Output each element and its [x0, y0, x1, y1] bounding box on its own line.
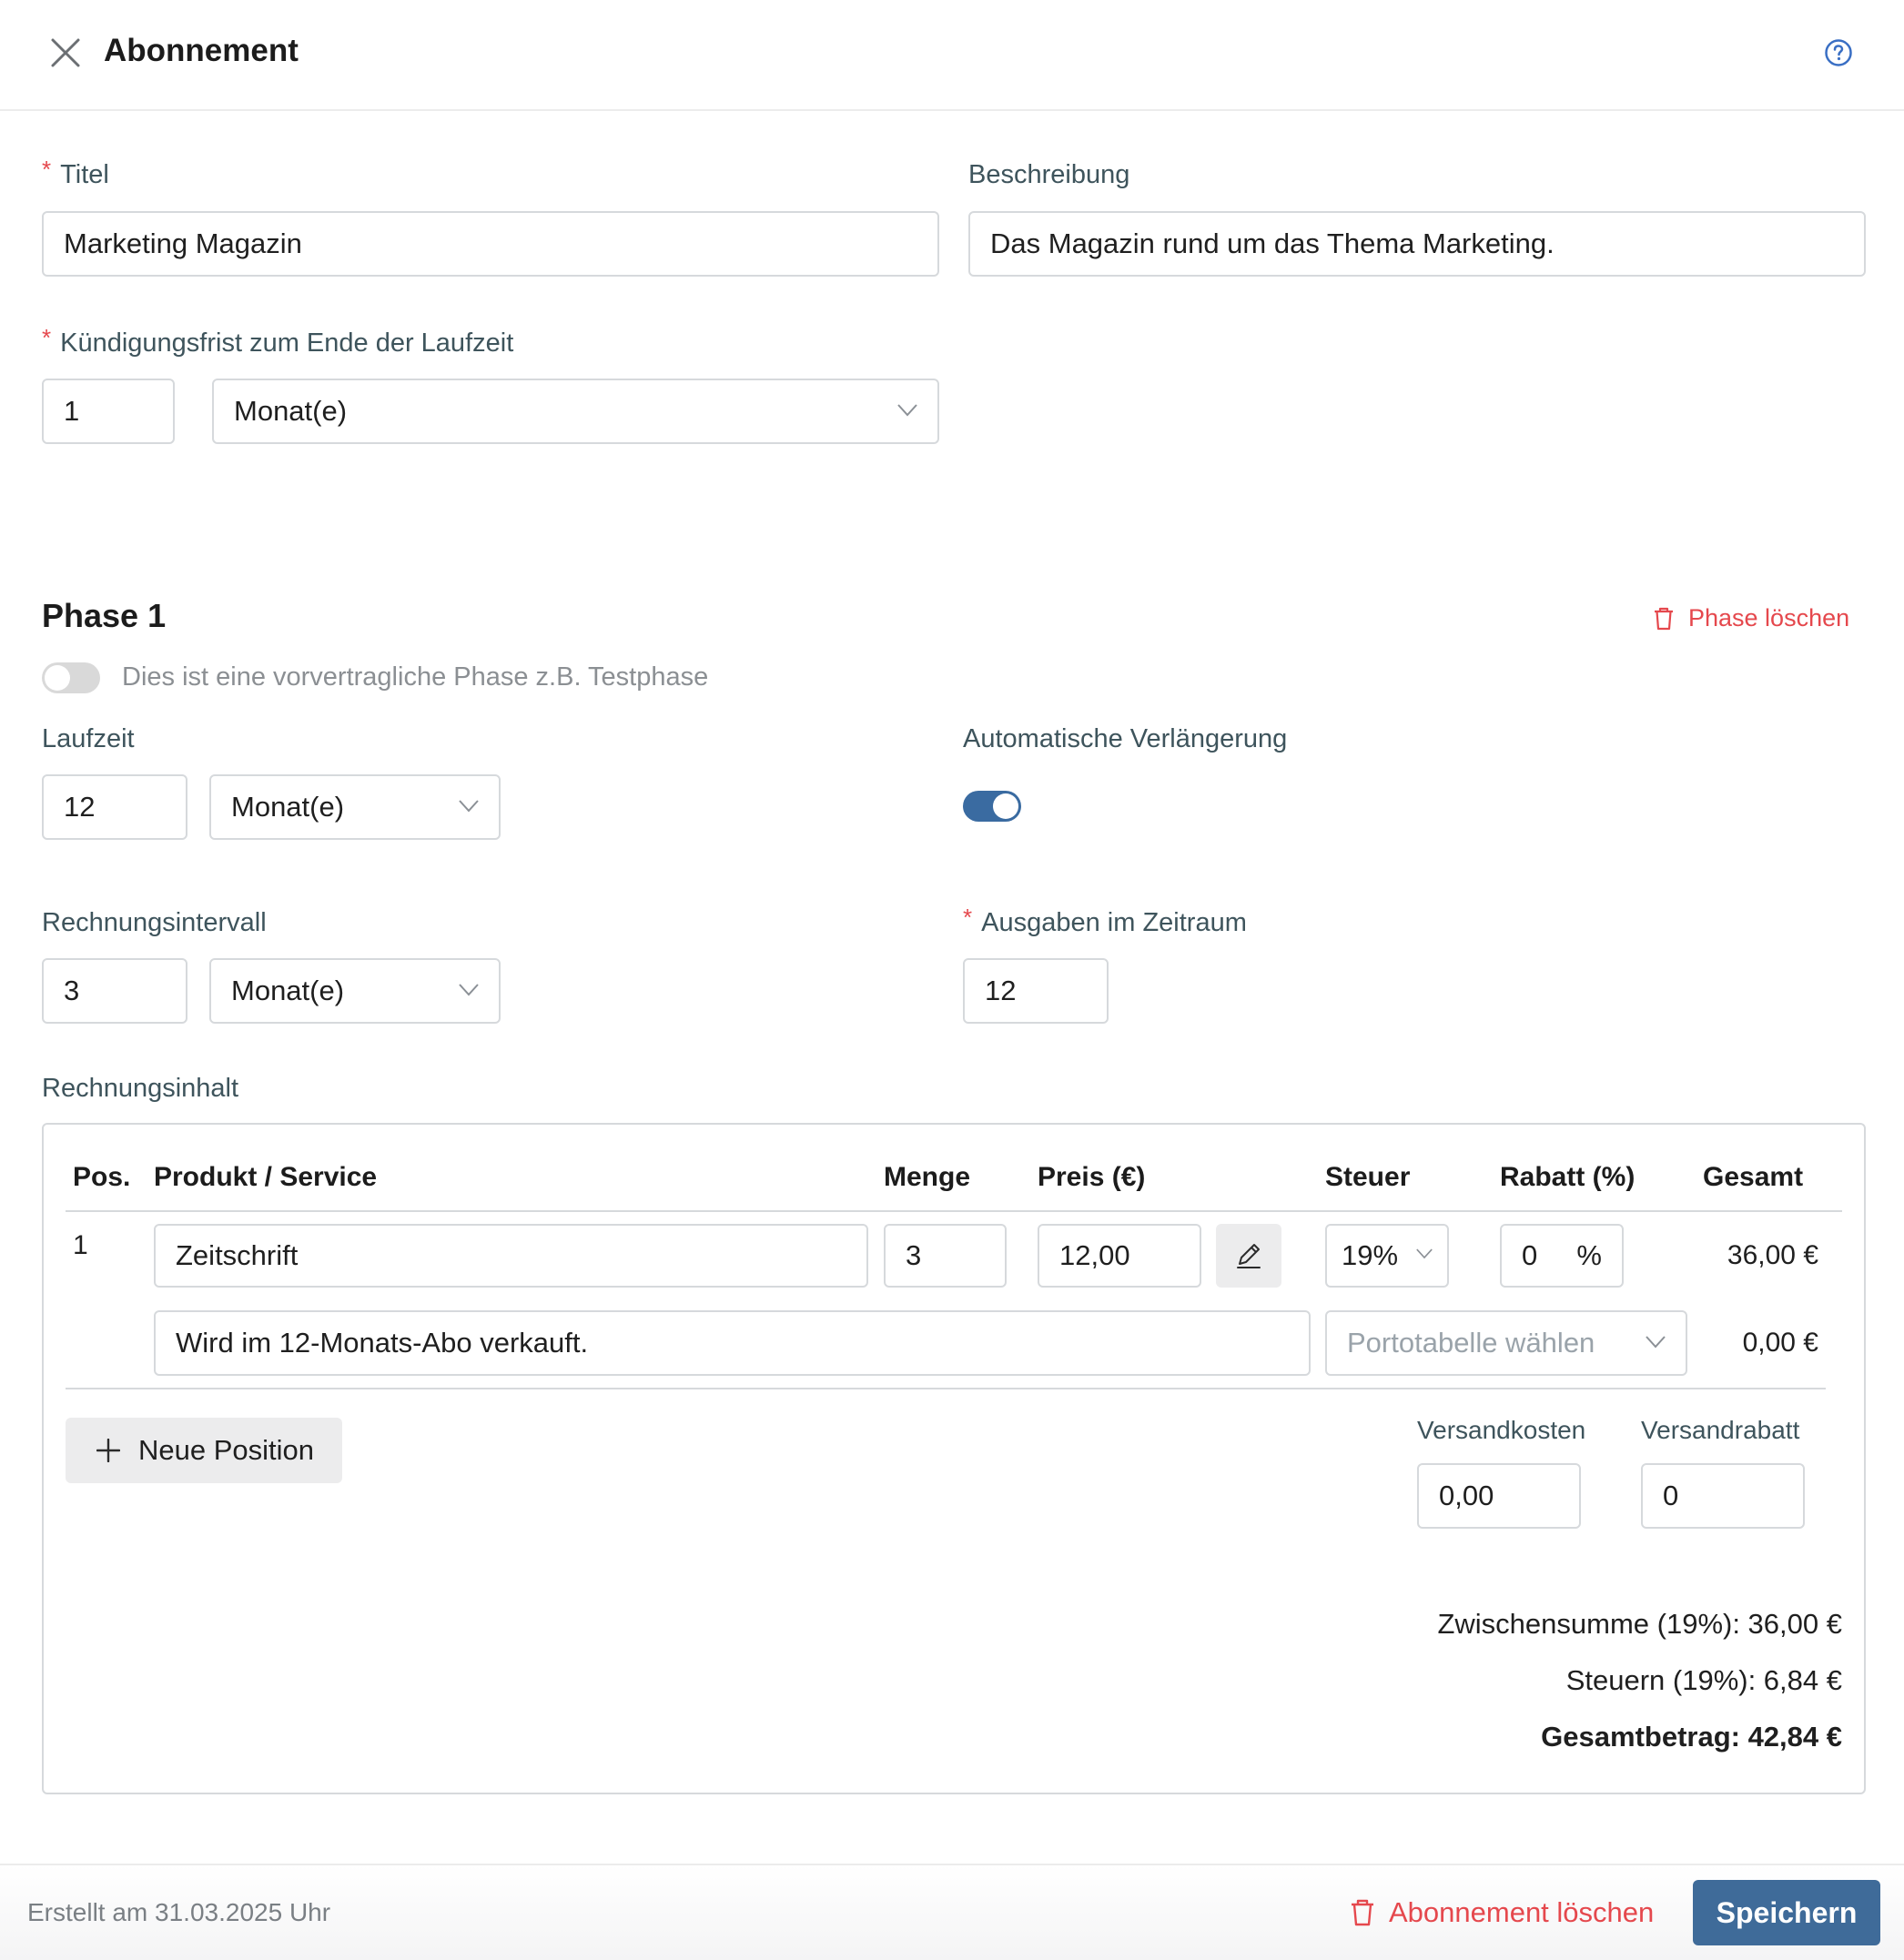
kuendigungsfrist-input[interactable]: 1 [42, 379, 175, 444]
close-icon[interactable] [50, 37, 81, 68]
rechnungsintervall-input[interactable]: 3 [42, 958, 187, 1024]
precontract-toggle[interactable] [42, 662, 100, 693]
required-marker: * [963, 904, 973, 931]
chevron-down-icon [459, 800, 479, 813]
description-input[interactable]: Wird im 12-Monats-Abo verkauft. [154, 1310, 1311, 1376]
header-divider [66, 1210, 1842, 1212]
rabatt-unit: % [1576, 1239, 1602, 1271]
rabatt-input[interactable]: 0 % [1500, 1224, 1624, 1288]
delete-subscription-label: Abonnement löschen [1389, 1896, 1655, 1928]
versandrabatt-label: Versandrabatt [1641, 1416, 1800, 1444]
chevron-down-icon [1416, 1248, 1433, 1259]
auto-renew-toggle[interactable] [963, 791, 1021, 822]
chevron-down-icon [459, 984, 479, 996]
versandkosten-input[interactable]: 0,00 [1417, 1463, 1581, 1529]
th-steuer: Steuer [1325, 1162, 1411, 1192]
phase-title: Phase 1 [42, 597, 167, 634]
required-marker: * [42, 156, 52, 183]
precontract-toggle-label: Dies ist eine vorvertragliche Phase z.B.… [122, 662, 709, 692]
th-product: Produkt / Service [154, 1162, 378, 1192]
chevron-down-icon [897, 404, 917, 417]
row-total: 36,00 € [1727, 1240, 1818, 1270]
phase-delete-button[interactable]: Phase löschen [1654, 604, 1849, 632]
steuer-select[interactable]: 19% [1325, 1224, 1449, 1288]
new-position-button[interactable]: Neue Position [66, 1418, 342, 1483]
edit-price-button[interactable] [1216, 1224, 1281, 1288]
chevron-down-icon [1646, 1336, 1666, 1349]
versandrabatt-input[interactable]: 0 [1641, 1463, 1805, 1529]
th-gesamt: Gesamt [1703, 1162, 1804, 1192]
phase-delete-label: Phase löschen [1688, 604, 1850, 631]
row-divider [66, 1388, 1826, 1389]
product-input[interactable]: Zeitschrift [154, 1224, 868, 1288]
rechnungsintervall-unit-select[interactable]: Monat(e) [209, 958, 501, 1024]
beschreibung-input[interactable]: Das Magazin rund um das Thema Marketing. [968, 211, 1866, 277]
tax-total: Steuern (19%): 6,84 € [1565, 1664, 1842, 1696]
kuendigungsfrist-label: * Kündigungsfrist zum Ende der Laufzeit [42, 324, 514, 358]
new-position-label: Neue Position [138, 1434, 315, 1466]
save-button[interactable]: Speichern [1693, 1880, 1880, 1945]
modal-header: Abonnement [0, 0, 1904, 111]
laufzeit-unit-select[interactable]: Monat(e) [209, 774, 501, 840]
rechnungsintervall-label: Rechnungsintervall [42, 908, 267, 937]
pencil-icon [1237, 1244, 1261, 1268]
required-marker: * [42, 324, 52, 351]
delete-subscription-button[interactable]: Abonnement löschen [1351, 1896, 1654, 1929]
invoice-label: Rechnungsinhalt [42, 1074, 239, 1103]
menge-input[interactable]: 3 [884, 1224, 1007, 1288]
th-rabatt: Rabatt (%) [1500, 1162, 1636, 1192]
versandkosten-label: Versandkosten [1417, 1416, 1586, 1444]
help-icon[interactable] [1824, 38, 1853, 67]
kuendigungsfrist-unit-select[interactable]: Monat(e) [212, 379, 939, 444]
th-menge: Menge [884, 1162, 971, 1192]
created-date: Erstellt am 31.03.2025 Uhr [27, 1898, 331, 1926]
auto-renew-label: Automatische Verlängerung [963, 724, 1288, 753]
th-pos: Pos. [73, 1162, 131, 1192]
porto-select[interactable]: Portotabelle wählen [1325, 1310, 1687, 1376]
subtotal: Zwischensumme (19%): 36,00 € [1437, 1608, 1842, 1640]
titel-input[interactable]: Marketing Magazin [42, 211, 939, 277]
ausgaben-label: * Ausgaben im Zeitraum [963, 904, 1247, 937]
beschreibung-label: Beschreibung [968, 160, 1130, 189]
ausgaben-input[interactable]: 12 [963, 958, 1109, 1024]
laufzeit-input[interactable]: 12 [42, 774, 187, 840]
laufzeit-label: Laufzeit [42, 724, 135, 753]
trash-icon [1352, 1899, 1373, 1926]
trash-icon [1655, 607, 1673, 630]
titel-label: * Titel [42, 156, 109, 189]
porto-total: 0,00 € [1742, 1328, 1818, 1358]
plus-icon [96, 1439, 120, 1462]
preis-input[interactable]: 12,00 [1038, 1224, 1201, 1288]
row-pos: 1 [73, 1230, 88, 1260]
modal-title: Abonnement [104, 33, 299, 68]
th-preis: Preis (€) [1038, 1162, 1146, 1192]
grand-total: Gesamtbetrag: 42,84 € [1541, 1721, 1842, 1753]
